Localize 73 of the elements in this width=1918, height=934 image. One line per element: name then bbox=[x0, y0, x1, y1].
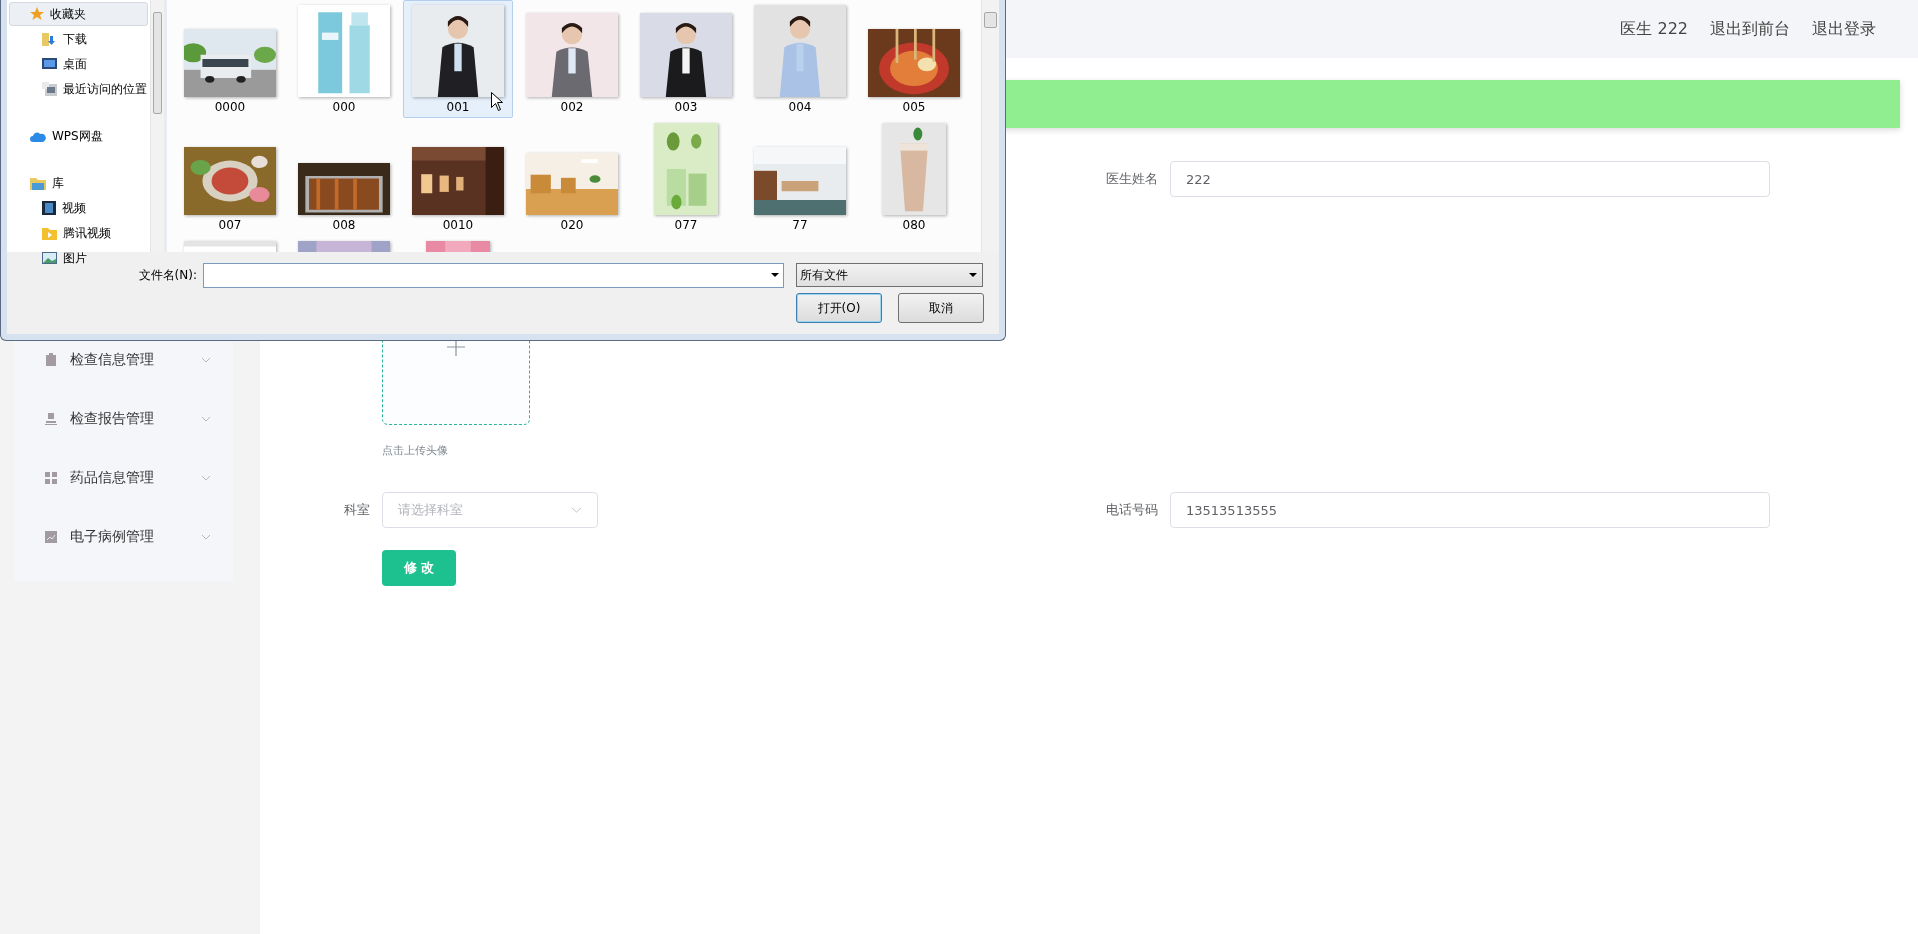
file-name: 003 bbox=[674, 100, 698, 114]
nav-item[interactable]: 腾讯视频 bbox=[9, 221, 148, 245]
scrollbar[interactable] bbox=[981, 0, 999, 252]
field-label: 医生姓名 bbox=[1105, 170, 1159, 188]
header-link[interactable]: 退出登录 bbox=[1812, 18, 1876, 40]
filter-dropdown[interactable]: 所有文件 bbox=[796, 263, 983, 287]
file-item[interactable]: 000 bbox=[289, 0, 399, 118]
clipboard-icon bbox=[45, 353, 57, 366]
file-item[interactable]: 080 bbox=[859, 118, 969, 236]
file-item[interactable]: 0000 bbox=[175, 0, 285, 118]
nav-item[interactable]: 最近访问的位置 bbox=[9, 77, 148, 101]
computer-icon bbox=[42, 82, 57, 96]
file-item[interactable]: 020 bbox=[517, 118, 627, 236]
chart-icon bbox=[45, 530, 57, 543]
file-item[interactable]: 77 bbox=[745, 118, 855, 236]
nav-item[interactable]: 收藏夹 bbox=[9, 2, 148, 26]
upload-hint: 点击上传头像 bbox=[382, 443, 449, 458]
chevron-icon bbox=[571, 507, 582, 513]
file-name: 001 bbox=[446, 100, 470, 114]
monitor-icon bbox=[42, 57, 57, 71]
scrollbar[interactable] bbox=[150, 0, 164, 252]
menu-item[interactable]: 药品信息管理 bbox=[14, 448, 233, 507]
film-icon bbox=[42, 201, 56, 215]
file-name: 007 bbox=[218, 218, 242, 232]
file-name: 020 bbox=[560, 218, 584, 232]
file-item[interactable]: 077 bbox=[631, 118, 741, 236]
file-name: 077 bbox=[674, 218, 698, 232]
file-item[interactable]: 0010 bbox=[403, 118, 513, 236]
file-item[interactable]: 002 bbox=[517, 0, 627, 118]
file-name: 0000 bbox=[214, 100, 246, 114]
nav-item[interactable]: 视频 bbox=[9, 196, 148, 220]
file-item[interactable]: 007 bbox=[175, 118, 285, 236]
nav-item[interactable]: 下载 bbox=[9, 27, 148, 51]
field-label: 电话号码 bbox=[1105, 501, 1159, 519]
input-field[interactable]: 222 bbox=[1170, 161, 1770, 197]
file-name: 77 bbox=[792, 218, 808, 232]
file-item[interactable]: 003 bbox=[631, 0, 741, 118]
file-name: 080 bbox=[902, 218, 926, 232]
caret-icon bbox=[771, 273, 779, 277]
nav-item[interactable]: WPS网盘 bbox=[9, 124, 148, 148]
file-item[interactable]: 008 bbox=[289, 118, 399, 236]
file-name: 008 bbox=[332, 218, 356, 232]
caret-icon bbox=[969, 273, 977, 277]
file-name: 0010 bbox=[442, 218, 474, 232]
filename-field[interactable] bbox=[203, 262, 784, 288]
file-item[interactable]: 004 bbox=[745, 0, 855, 118]
download-folder-icon bbox=[42, 31, 57, 47]
menu-item[interactable]: 检查信息管理 bbox=[14, 330, 233, 389]
image-icon bbox=[42, 252, 57, 264]
file-name: 002 bbox=[560, 100, 584, 114]
menu-item[interactable]: 电子病例管理 bbox=[14, 507, 233, 566]
field-label: 科室 bbox=[343, 501, 371, 519]
user-name: 医生 222 bbox=[1620, 18, 1688, 40]
play-folder-icon bbox=[42, 226, 57, 240]
file-name: 000 bbox=[332, 100, 356, 114]
input-field[interactable]: 13513513555 bbox=[1170, 492, 1770, 528]
file-name: 004 bbox=[788, 100, 812, 114]
nav-item[interactable]: 库 bbox=[9, 171, 148, 195]
folder-icon bbox=[30, 176, 46, 190]
dialog-button[interactable]: 打开(O) bbox=[796, 293, 882, 323]
cloud-icon bbox=[30, 130, 46, 142]
cursor-icon bbox=[491, 92, 503, 111]
file-item[interactable]: 005 bbox=[859, 0, 969, 118]
person-icon bbox=[45, 412, 57, 425]
plus-icon bbox=[447, 338, 465, 356]
file-item[interactable]: 001 bbox=[403, 0, 513, 118]
grid-icon bbox=[45, 471, 57, 484]
header-link[interactable]: 退出到前台 bbox=[1710, 18, 1790, 40]
nav-item[interactable]: 桌面 bbox=[9, 52, 148, 76]
dialog-button[interactable]: 取消 bbox=[898, 293, 984, 323]
menu-item[interactable]: 检查报告管理 bbox=[14, 389, 233, 448]
file-name: 005 bbox=[902, 100, 926, 114]
star-icon bbox=[30, 7, 44, 21]
